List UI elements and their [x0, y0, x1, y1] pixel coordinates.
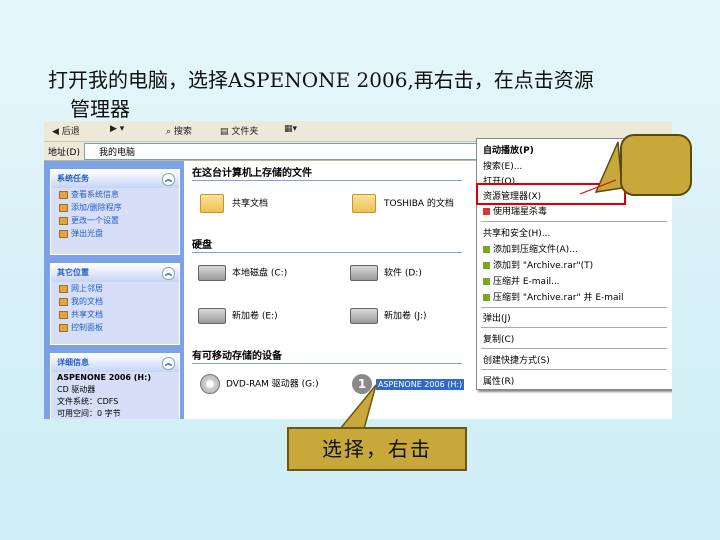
search-button[interactable]: ⌕ 搜索	[166, 124, 192, 137]
collapse-icon: ︽	[162, 267, 175, 280]
menu-item-shortcut[interactable]: 创建快捷方式(S)	[483, 353, 550, 366]
rising-icon	[483, 208, 490, 215]
section-removable-header: 有可移动存储的设备	[192, 347, 462, 364]
system-tasks-panel: 系统任务 ︽ 查看系统信息 添加/删除程序 更改一个设置 弹出光盘	[50, 169, 180, 255]
drive-d-item[interactable]: 软件 (D:)	[350, 265, 422, 281]
menu-item-rising[interactable]: 使用瑞星杀毒	[483, 204, 547, 217]
place-item[interactable]: 网上邻居	[51, 282, 179, 295]
menu-item-compress-email[interactable]: 压缩并 E-mail...	[483, 274, 560, 287]
menu-item-eject[interactable]: 弹出(J)	[483, 311, 511, 324]
menu-item-sharing[interactable]: 共享和安全(H)...	[483, 226, 550, 239]
folder-icon	[200, 194, 224, 213]
winrar-icon	[483, 278, 490, 285]
section-files-header: 在这台计算机上存储的文件	[192, 164, 462, 181]
other-places-header[interactable]: 其它位置 ︽	[51, 264, 179, 282]
hard-drive-icon	[198, 265, 226, 281]
menu-separator	[481, 307, 667, 308]
hard-drive-icon	[198, 308, 226, 324]
menu-separator	[481, 369, 667, 370]
cd-icon	[200, 374, 220, 394]
menu-item-add-rar[interactable]: 添加到 "Archive.rar"(T)	[483, 258, 593, 271]
other-places-panel: 其它位置 ︽ 网上邻居 我的文档 共享文档 控制面板	[50, 263, 180, 345]
winrar-icon	[483, 294, 490, 301]
folders-button[interactable]: ▤ 文件夹	[220, 124, 258, 137]
drive-e-item[interactable]: 新加卷 (E:)	[198, 308, 278, 324]
details-header[interactable]: 详细信息 ︽	[51, 354, 179, 372]
winrar-icon	[483, 262, 490, 269]
section-drives-header: 硬盘	[192, 236, 462, 253]
menu-item-compress-rar-email[interactable]: 压缩到 "Archive.rar" 并 E-mail	[483, 290, 624, 303]
task-pane: 系统任务 ︽ 查看系统信息 添加/删除程序 更改一个设置 弹出光盘 其它位置 ︽ 网…	[44, 161, 184, 419]
empty-speech-bubble	[620, 134, 692, 196]
callout-tail-shape	[338, 384, 377, 430]
drive-j-item[interactable]: 新加卷 (J:)	[350, 308, 427, 324]
detail-line: 文件系统：CDFS	[57, 397, 119, 406]
title-line-2: 管理器	[70, 97, 130, 121]
detail-line: CD 驱动器	[57, 385, 96, 394]
drive-c-item[interactable]: 本地磁盘 (C:)	[198, 265, 287, 281]
collapse-icon: ︽	[162, 357, 175, 370]
back-button[interactable]: ◀ 后退	[52, 124, 80, 137]
callout-pointer	[579, 141, 623, 195]
menu-separator	[481, 327, 667, 328]
menu-item-properties[interactable]: 属性(R)	[483, 374, 514, 387]
title-line-1: 打开我的电脑，选择ASPENONE 2006,再右击，在点击资源	[48, 68, 594, 92]
address-value: 我的电脑	[99, 148, 136, 158]
place-item[interactable]: 控制面板	[51, 321, 179, 334]
details-panel: 详细信息 ︽ ASPENONE 2006 (H:) CD 驱动器 文件系统：CDF…	[50, 353, 180, 419]
task-item[interactable]: 添加/删除程序	[51, 201, 179, 214]
task-item[interactable]: 查看系统信息	[51, 188, 179, 201]
forward-button[interactable]: ▶ ▾	[110, 124, 124, 134]
collapse-icon: ︽	[162, 173, 175, 186]
shared-docs-item[interactable]: 共享文档	[200, 194, 268, 213]
detail-line: ASPENONE 2006 (H:)	[57, 373, 151, 382]
task-item[interactable]: 弹出光盘	[51, 227, 179, 240]
menu-item-add-archive[interactable]: 添加到压缩文件(A)...	[483, 242, 578, 255]
dvd-drive-item[interactable]: DVD-RAM 驱动器 (G:)	[200, 374, 319, 394]
place-item[interactable]: 共享文档	[51, 308, 179, 321]
views-button[interactable]: ▦▾	[284, 124, 297, 134]
menu-separator	[481, 221, 667, 222]
winrar-icon	[483, 246, 490, 253]
select-right-click-callout: 选择，右击	[287, 427, 467, 471]
menu-separator	[481, 348, 667, 349]
hard-drive-icon	[350, 265, 378, 281]
place-item[interactable]: 我的文档	[51, 295, 179, 308]
callout-tail	[338, 384, 377, 430]
detail-line: 可用空间：0 字节	[57, 409, 121, 418]
slide-title: 打开我的电脑，选择ASPENONE 2006,再右击，在点击资源 管理器	[48, 66, 688, 124]
menu-item-copy[interactable]: 复制(C)	[483, 332, 514, 345]
hard-drive-icon	[350, 308, 378, 324]
address-label: 地址(D)	[48, 148, 80, 158]
bubble-tail	[594, 141, 623, 193]
system-tasks-header[interactable]: 系统任务 ︽	[51, 170, 179, 188]
folder-icon	[352, 194, 376, 213]
task-item[interactable]: 更改一个设置	[51, 214, 179, 227]
